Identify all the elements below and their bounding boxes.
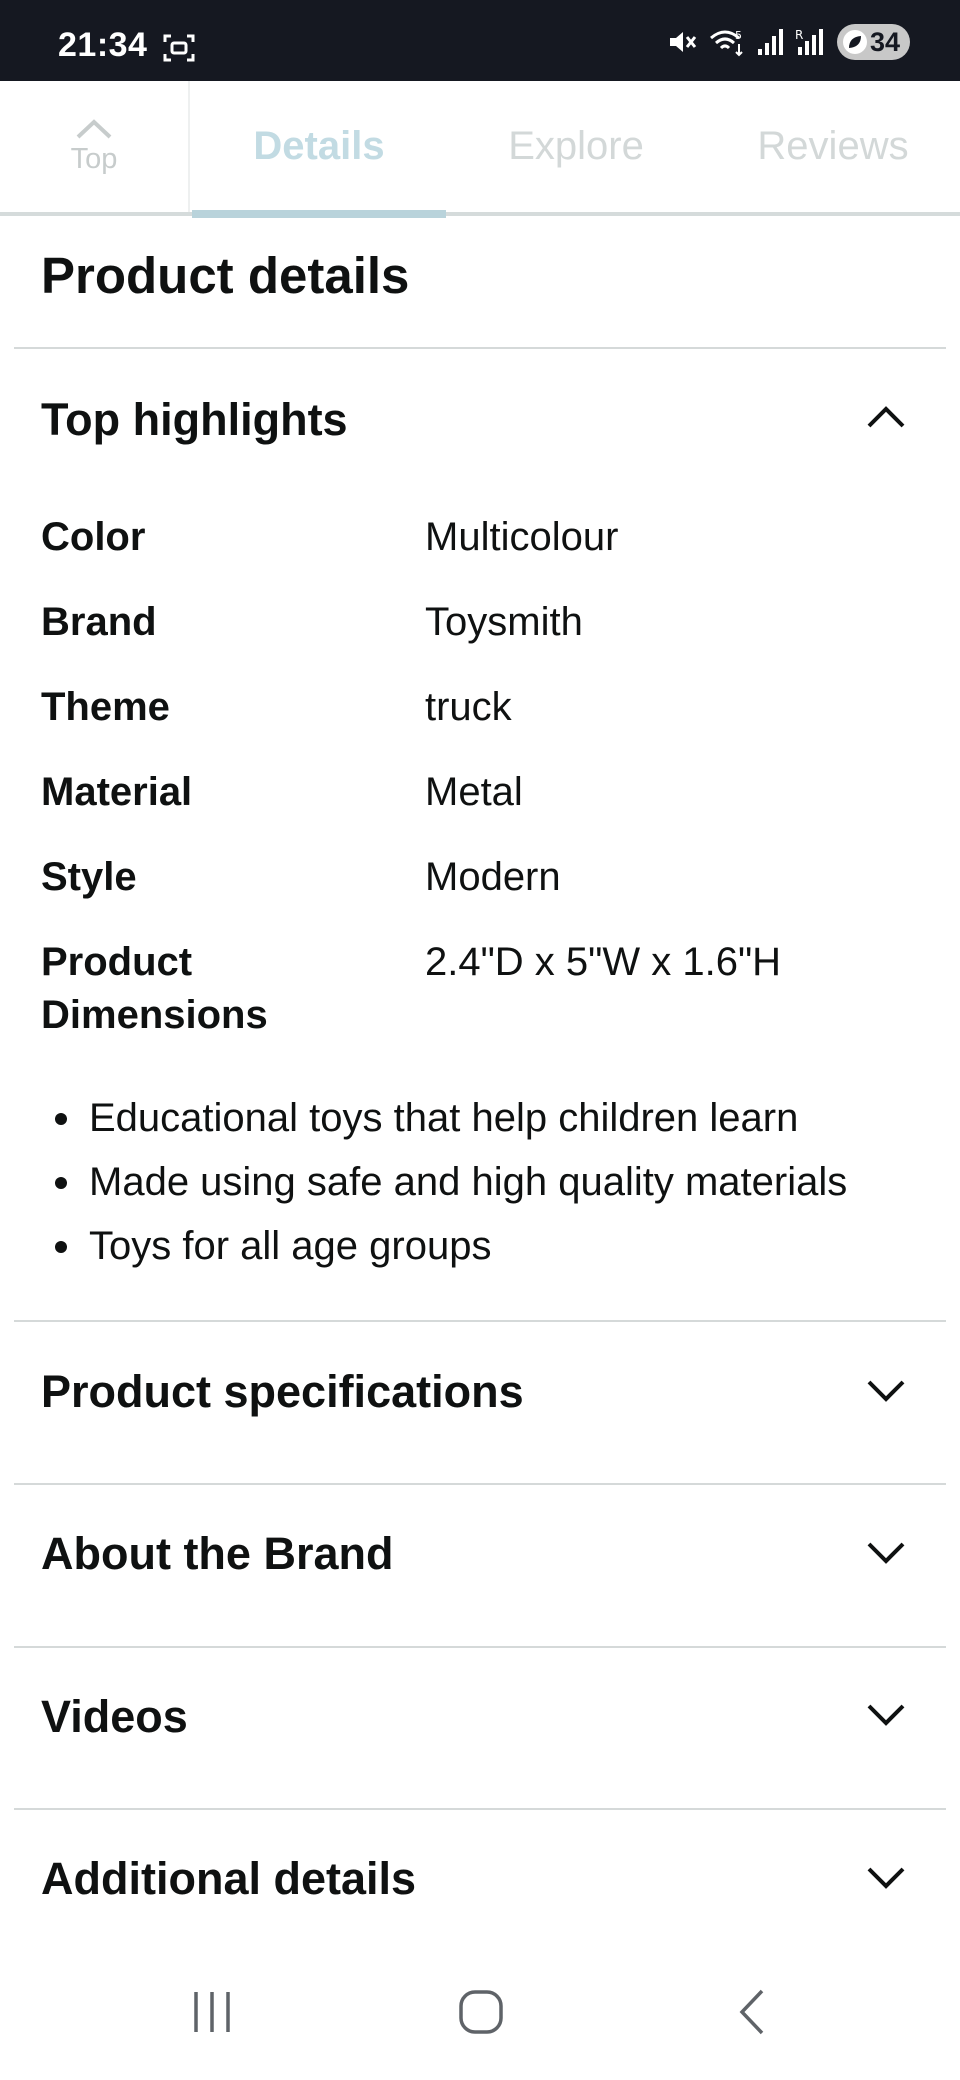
chevron-up-icon (867, 406, 905, 428)
divider (14, 1808, 946, 1810)
chevron-down-icon (867, 1704, 905, 1726)
page-title: Product details (41, 247, 410, 304)
battery-level: 34 (869, 26, 900, 57)
spec-value: Toysmith (425, 600, 583, 644)
section-tabs: Top Details Explore Reviews (0, 81, 960, 218)
spec-label: Style (41, 855, 137, 899)
tab-details[interactable]: Details (192, 81, 446, 212)
status-time: 21:34 (58, 26, 148, 64)
battery-saver-icon (842, 30, 867, 54)
chevron-down-icon (867, 1867, 905, 1889)
chevron-up-icon (76, 119, 112, 139)
spec-value: truck (425, 685, 512, 729)
chevron-down-icon (867, 1380, 905, 1402)
highlight-bullets: Educational toys that help children lear… (41, 1086, 941, 1278)
recent-apps-icon (194, 1992, 230, 2032)
spec-value: Multicolour (425, 515, 619, 559)
list-item: Made using safe and high quality materia… (41, 1150, 941, 1214)
svg-text:5: 5 (735, 29, 742, 42)
wifi-icon: 5 (709, 27, 745, 57)
tab-reviews[interactable]: Reviews (706, 81, 960, 212)
list-item: Toys for all age groups (41, 1214, 941, 1278)
section-title-about-brand: About the Brand (41, 1528, 394, 1579)
section-title-product-specifications: Product specifications (41, 1366, 524, 1417)
roaming-signal-icon: R (795, 27, 825, 57)
section-title-videos: Videos (41, 1691, 188, 1742)
recent-apps-button[interactable] (190, 1988, 234, 2041)
screenshot-icon (162, 33, 196, 68)
chevron-down-icon (867, 1542, 905, 1564)
section-title-top-highlights: Top highlights (41, 394, 348, 445)
spec-value: Modern (425, 855, 561, 899)
home-icon (459, 1990, 503, 2034)
section-title-additional-details: Additional details (41, 1853, 417, 1904)
spec-label: Brand (41, 600, 157, 644)
product-details-page: 21:34 5 R 34 Top Details Explore Reviews… (0, 0, 960, 2080)
divider (14, 347, 946, 349)
status-bar: 21:34 5 R 34 (0, 0, 960, 81)
spec-value: 2.4"D x 5"W x 1.6"H (425, 940, 782, 984)
mute-icon (667, 27, 697, 57)
status-icons: 5 R 34 (667, 24, 910, 60)
spec-value: Metal (425, 770, 523, 814)
divider (14, 1483, 946, 1485)
spec-label: Product Dimensions (41, 940, 268, 1037)
active-tab-indicator (192, 210, 446, 218)
spec-label: Material (41, 770, 193, 814)
tab-explore[interactable]: Explore (446, 81, 706, 212)
spec-label: Theme (41, 685, 170, 729)
spec-label: Color (41, 515, 146, 559)
system-navigation-bar (0, 1940, 960, 2080)
tab-top[interactable]: Top (0, 81, 190, 212)
divider (14, 1646, 946, 1648)
list-item: Educational toys that help children lear… (41, 1086, 941, 1150)
svg-text:R: R (795, 28, 803, 42)
divider (14, 1320, 946, 1322)
signal-icon (757, 27, 783, 57)
back-icon (739, 1989, 764, 2035)
battery-indicator: 34 (836, 24, 910, 60)
back-button[interactable] (734, 1988, 770, 2041)
tab-top-label: Top (70, 143, 118, 175)
home-button[interactable] (458, 1988, 504, 2041)
